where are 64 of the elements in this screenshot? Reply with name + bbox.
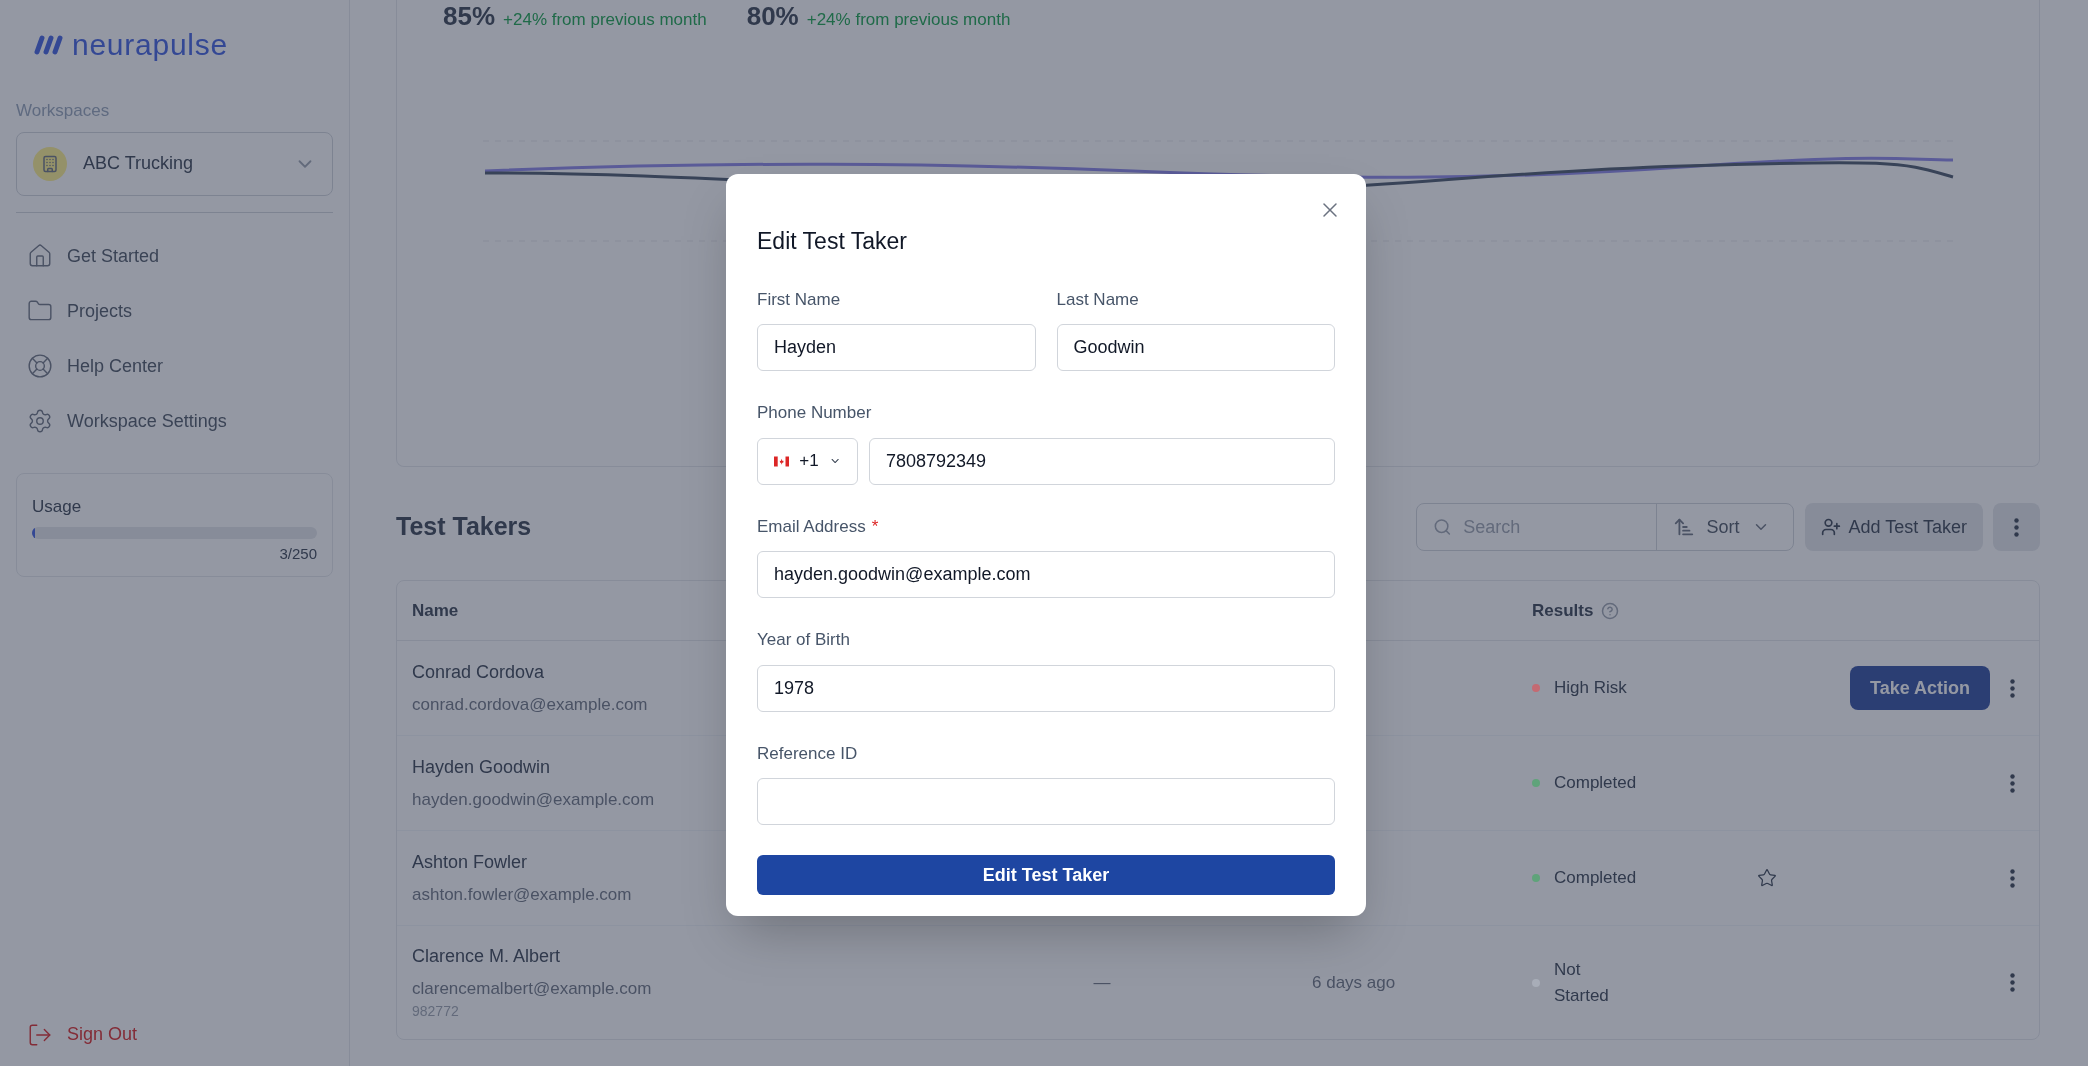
- field-label: Last Name: [1056, 288, 1139, 311]
- nav-item[interactable]: Workspace Settings: [16, 393, 333, 449]
- text-input[interactable]: [757, 778, 1335, 825]
- usage-label: Usage: [32, 495, 83, 518]
- field-label: Reference ID: [757, 742, 858, 765]
- user-plus-icon: [1820, 517, 1841, 537]
- field-label: First Name: [757, 288, 841, 311]
- country-code-select[interactable]: +1: [757, 437, 858, 485]
- status-text: Completed: [1554, 772, 1634, 795]
- status-text: Not Started: [1554, 959, 1610, 1007]
- kebab-icon[interactable]: [2009, 973, 2015, 992]
- gear-icon: [27, 408, 53, 434]
- nav-item[interactable]: Get Started: [16, 228, 333, 284]
- help-icon: [1601, 601, 1620, 620]
- logo-wordmark: neurapulse: [72, 30, 228, 60]
- field-label: Email Address: [757, 515, 866, 538]
- text-input[interactable]: Hayden: [757, 324, 1036, 371]
- table-cell-text: —: [1093, 971, 1111, 994]
- kebab-icon[interactable]: [2009, 773, 2015, 793]
- field-label: Year of Birth: [757, 629, 850, 651]
- kebab-icon[interactable]: [2009, 678, 2015, 698]
- sign-out-link[interactable]: Sign Out: [16, 1021, 333, 1048]
- text-input[interactable]: hayden.goodwin@example.com: [757, 551, 1335, 598]
- star-icon[interactable]: [1757, 868, 1777, 888]
- flag-icon: [774, 454, 790, 468]
- name-text: Clarence M. Albert: [412, 944, 562, 968]
- stat-change: +24% from previous month: [806, 9, 1011, 31]
- nav-item[interactable]: Projects: [16, 283, 333, 339]
- house-icon: [27, 243, 53, 269]
- sort-button[interactable]: Sort: [1656, 504, 1793, 550]
- logo-icon: [34, 34, 64, 56]
- name-text: Ashton Fowler: [412, 850, 529, 874]
- add-test-taker-button[interactable]: Add Test Taker: [1804, 503, 1983, 551]
- usage-reading: 3/250: [279, 544, 317, 564]
- kebab-icon: [2014, 517, 2019, 537]
- email-text: clarencemalbert@example.com: [412, 977, 653, 1000]
- section-title: Test Takers: [396, 511, 532, 543]
- column-header: Name: [412, 599, 460, 622]
- submit-button[interactable]: Edit Test Taker: [757, 855, 1335, 895]
- stat-value: 85%: [443, 0, 496, 33]
- building-icon: [33, 146, 67, 181]
- lifebuoy-icon: [27, 353, 53, 379]
- email-text: hayden.goodwin@example.com: [412, 788, 656, 811]
- column-header: Results: [1532, 599, 1594, 622]
- text-input[interactable]: Goodwin: [1056, 324, 1335, 371]
- stat-change: +24% from previous month: [503, 9, 707, 31]
- phone-input[interactable]: 7808792349: [869, 437, 1335, 485]
- workspace-select[interactable]: ABC Trucking: [16, 131, 333, 196]
- sort-icon: [1672, 516, 1695, 538]
- status-text: High Risk: [1554, 677, 1628, 700]
- email-text: ashton.fowler@example.com: [412, 883, 633, 906]
- nav-item[interactable]: Help Center: [16, 338, 333, 394]
- table-cell: 6 days ago: [1312, 972, 1396, 992]
- take-action-button[interactable]: Take Action: [1849, 666, 1990, 710]
- field-label: Phone Number: [757, 402, 872, 424]
- email-text: conrad.cordova@example.com: [412, 693, 649, 716]
- text-input[interactable]: 1978: [757, 664, 1335, 712]
- kebab-icon[interactable]: [2009, 868, 2015, 888]
- search-icon: [1432, 516, 1452, 538]
- name-text: Conrad Cordova: [412, 660, 546, 684]
- stat-value: 80%: [746, 0, 799, 33]
- required-asterisk: *: [871, 515, 879, 538]
- status-text: Completed: [1554, 867, 1634, 890]
- dialog-title: Edit Test Taker: [757, 227, 908, 256]
